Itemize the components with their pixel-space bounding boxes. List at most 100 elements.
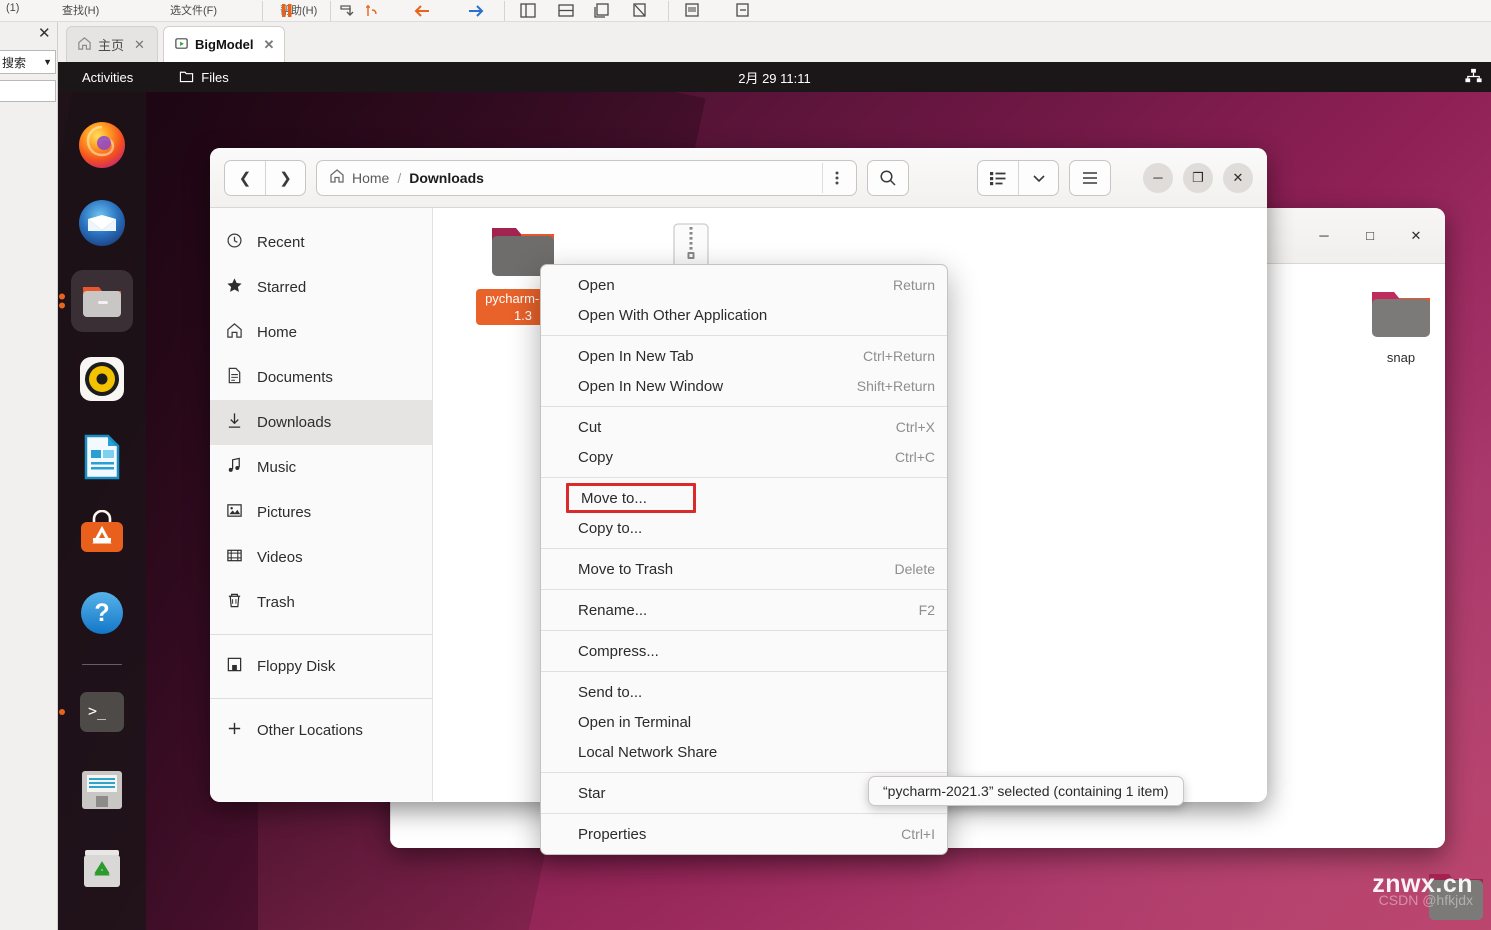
list-item[interactable]: snap: [1353, 286, 1445, 366]
sidebar-item-label: Documents: [257, 369, 333, 386]
close-button[interactable]: ✕: [1223, 162, 1253, 193]
menu-item-local-network-share[interactable]: Local Network Share: [541, 737, 947, 767]
dock-item-help[interactable]: ?: [71, 582, 133, 644]
browser-toolbar-label-3[interactable]: 选文件(F): [170, 2, 217, 18]
insert-image-icon[interactable]: [682, 2, 702, 21]
search-dropdown[interactable]: 搜索 ▼: [0, 50, 56, 74]
toolbar-divider: [330, 1, 331, 21]
chevron-down-icon[interactable]: ▼: [43, 57, 52, 67]
menu-item-cut[interactable]: Cut Ctrl+X: [541, 412, 947, 442]
delete-page-icon[interactable]: [630, 2, 650, 21]
menu-item-properties[interactable]: Properties Ctrl+I: [541, 819, 947, 849]
clock[interactable]: 2月 29 11:11: [58, 68, 1491, 87]
add-page-icon[interactable]: [364, 2, 382, 21]
dock-item-terminal[interactable]: >_: [59, 681, 133, 743]
files-window-headerbar: ❮ ❯ Home / Downloads ─ ❐ ✕: [210, 148, 1267, 208]
close-icon[interactable]: ✕: [264, 37, 275, 53]
svg-text:>_: >_: [88, 702, 107, 720]
browser-left-panel-field[interactable]: [0, 80, 56, 102]
dock-item-thunderbird[interactable]: [71, 192, 133, 254]
sidebar-item-trash[interactable]: Trash: [210, 580, 432, 625]
sidebar-left-icon[interactable]: [518, 2, 538, 21]
menu-item-copy-to[interactable]: Copy to...: [541, 513, 947, 543]
arrow-left-icon[interactable]: [412, 2, 432, 21]
menu-item-compress[interactable]: Compress...: [541, 636, 947, 666]
close-icon[interactable]: ✕: [38, 24, 51, 42]
floppy-disk-icon: [226, 656, 243, 677]
menu-item-send-to[interactable]: Send to...: [541, 677, 947, 707]
activities-button[interactable]: Activities: [82, 70, 133, 85]
music-note-icon: [226, 457, 243, 478]
breadcrumb-item-downloads[interactable]: Downloads: [409, 170, 484, 186]
sidebar-item-pictures[interactable]: Pictures: [210, 490, 432, 535]
app-menu-files[interactable]: Files: [179, 69, 229, 86]
sidebar-item-starred[interactable]: Starred: [210, 265, 432, 310]
sidebar-item-videos[interactable]: Videos: [210, 535, 432, 580]
menu-item-open[interactable]: Open Return: [541, 270, 947, 300]
hamburger-menu-icon[interactable]: [1069, 159, 1111, 196]
sidebar-item-music[interactable]: Music: [210, 445, 432, 490]
sidebar-item-label: Trash: [257, 594, 295, 611]
dock-item-floppy-disk[interactable]: [71, 759, 133, 821]
context-menu[interactable]: Open Return Open With Other Application …: [540, 264, 948, 855]
menu-item-move-to-trash[interactable]: Move to Trash Delete: [541, 554, 947, 584]
maximize-button[interactable]: ❐: [1183, 162, 1213, 193]
chevron-down-icon[interactable]: [1018, 160, 1058, 195]
sidebar-item-label: Other Locations: [257, 722, 363, 739]
copy-page-icon[interactable]: [592, 2, 612, 21]
maximize-button[interactable]: □: [1355, 221, 1385, 251]
menu-item-copy[interactable]: Copy Ctrl+C: [541, 442, 947, 472]
dock-item-files[interactable]: [59, 270, 133, 332]
forward-button[interactable]: ❯: [265, 160, 305, 195]
sidebar-item-documents[interactable]: Documents: [210, 355, 432, 400]
menu-item-label: Move to...: [581, 489, 647, 507]
sidebar-item-home[interactable]: Home: [210, 310, 432, 355]
minimize-button[interactable]: ─: [1143, 162, 1173, 193]
browser-toolbar-label-2[interactable]: 查找(H): [62, 2, 99, 18]
list-view-icon[interactable]: [978, 161, 1018, 195]
sidebar-item-downloads[interactable]: Downloads: [210, 400, 432, 445]
star-icon: [226, 277, 243, 298]
desktop-folder-icon[interactable]: [1427, 870, 1485, 926]
running-indicator: [59, 706, 65, 718]
system-status-area[interactable]: [1464, 67, 1483, 88]
sidebar-item-other-locations[interactable]: Other Locations: [210, 708, 432, 753]
menu-item-open-with-other-application[interactable]: Open With Other Application: [541, 300, 947, 330]
split-horizontal-icon[interactable]: [556, 2, 576, 21]
menu-item-open-in-new-tab[interactable]: Open In New Tab Ctrl+Return: [541, 341, 947, 371]
pause-icon[interactable]: [278, 2, 296, 21]
folder-icon: [1372, 292, 1430, 337]
menu-item-move-to[interactable]: Move to...: [566, 483, 696, 513]
search-icon[interactable]: [867, 159, 909, 196]
browser-tab-bigmodel[interactable]: BigModel ✕: [163, 26, 285, 62]
path-options-icon[interactable]: [822, 162, 850, 193]
dock-item-trash[interactable]: [71, 837, 133, 899]
browser-tab-label: 主页: [98, 38, 125, 53]
dock-item-rhythmbox[interactable]: [71, 348, 133, 410]
sidebar-divider: [210, 634, 432, 635]
menu-item-open-in-terminal[interactable]: Open in Terminal: [541, 707, 947, 737]
menu-divider: [541, 335, 947, 336]
sidebar-item-floppy-disk[interactable]: Floppy Disk: [210, 644, 432, 689]
close-button[interactable]: ✕: [1401, 221, 1431, 251]
browser-tab-home[interactable]: 主页 ✕: [66, 26, 158, 62]
dock-item-libreoffice-impress[interactable]: [71, 426, 133, 488]
menu-item-accel: Shift+Return: [856, 378, 935, 394]
arrow-right-indent-icon[interactable]: [466, 2, 486, 21]
close-icon[interactable]: ✕: [134, 37, 145, 53]
menu-divider: [541, 772, 947, 773]
breadcrumb-item-home[interactable]: Home: [329, 168, 389, 187]
network-wired-icon[interactable]: [1464, 67, 1483, 88]
export-page-icon[interactable]: [732, 2, 752, 21]
menu-item-rename[interactable]: Rename... F2: [541, 595, 947, 625]
minimize-button[interactable]: ─: [1309, 221, 1339, 251]
home-icon: [226, 322, 243, 343]
dock-item-ubuntu-software[interactable]: [71, 504, 133, 566]
download-arrow-icon[interactable]: [338, 2, 356, 21]
sidebar-item-recent[interactable]: Recent: [210, 220, 432, 265]
menu-item-open-in-new-window[interactable]: Open In New Window Shift+Return: [541, 371, 947, 401]
browser-toolbar-label-1[interactable]: (1): [6, 2, 19, 14]
dock-item-firefox[interactable]: [71, 114, 133, 176]
back-button[interactable]: ❮: [225, 161, 265, 195]
search-dropdown-value: 搜索: [2, 55, 27, 70]
